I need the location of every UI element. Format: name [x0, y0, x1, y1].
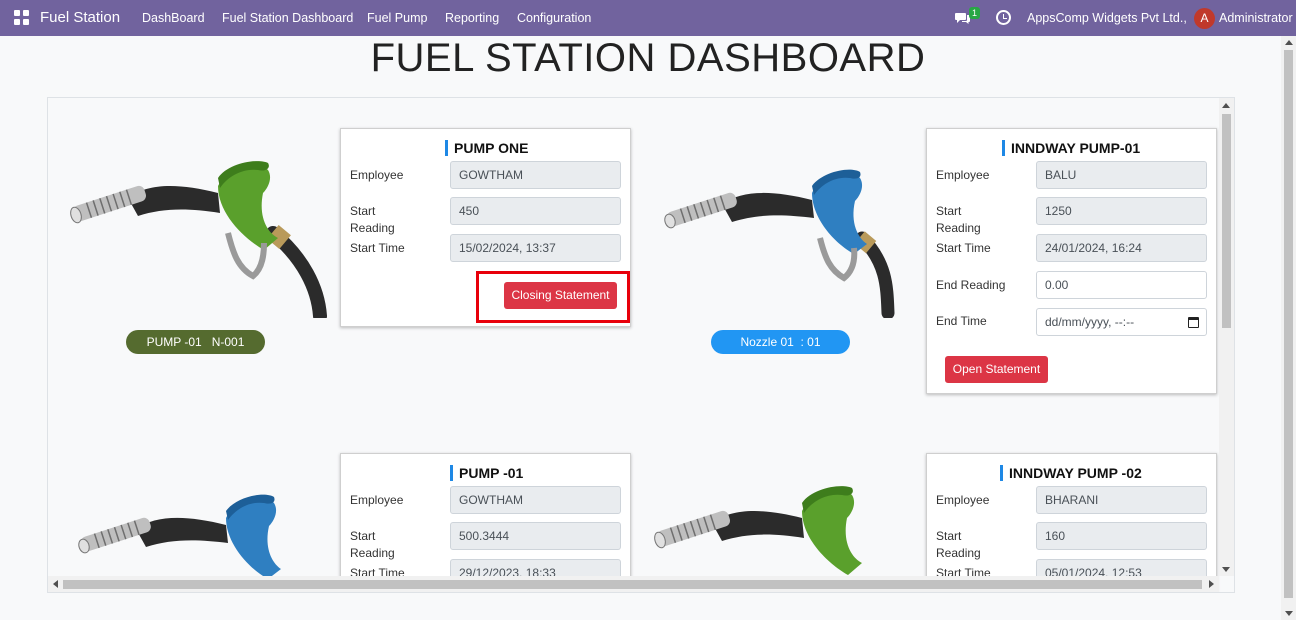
menu-fuel-pump[interactable]: Fuel Pump [367, 11, 427, 25]
pump-pill-1[interactable]: PUMP -01 N-001 [126, 330, 265, 354]
pump-pill-2[interactable]: Nozzle 01 : 01 [711, 330, 850, 354]
pump-card-pump-01: PUMP -01 Employee GOWTHAM Start Reading … [340, 453, 631, 592]
user-menu[interactable]: Administrator [1219, 11, 1293, 25]
avatar[interactable]: A [1194, 8, 1215, 29]
fuel-nozzle-blue-icon [78, 494, 281, 577]
start-reading-field: 450 [450, 197, 621, 225]
pump-card-inndway-pump-01: INNDWAY PUMP-01 Employee BALU Start Read… [926, 128, 1217, 394]
start-reading-label: Start Reading [350, 529, 395, 560]
employee-field: GOWTHAM [450, 161, 621, 189]
highlight-box [476, 271, 630, 323]
activity-clock-icon[interactable] [996, 10, 1011, 25]
calendar-icon[interactable] [1188, 317, 1199, 328]
end-reading-label: End Reading [936, 278, 1006, 292]
frame-horizontal-scrollbar[interactable] [48, 576, 1219, 592]
pump-card-title: PUMP -01 [450, 465, 523, 481]
scroll-down-arrow-icon[interactable] [1285, 611, 1293, 616]
employee-field: BHARANI [1036, 486, 1207, 514]
company-switcher[interactable]: AppsComp Widgets Pvt Ltd., [1027, 11, 1187, 25]
start-reading-field: 160 [1036, 522, 1207, 550]
employee-field: BALU [1036, 161, 1207, 189]
scroll-left-arrow-icon[interactable] [53, 580, 58, 588]
scroll-down-arrow-icon[interactable] [1222, 567, 1230, 572]
scroll-up-arrow-icon[interactable] [1285, 40, 1293, 45]
frame-vertical-scrollbar[interactable] [1219, 98, 1234, 576]
pump-card-title: INNDWAY PUMP-01 [1002, 140, 1140, 156]
fuel-nozzle-blue-icon [664, 169, 895, 318]
menu-reporting[interactable]: Reporting [445, 11, 499, 25]
top-navbar: Fuel Station DashBoard Fuel Station Dash… [0, 0, 1296, 36]
page-title: FUEL STATION DASHBOARD [370, 36, 926, 80]
open-statement-button[interactable]: Open Statement [945, 356, 1048, 383]
start-time-label: Start Time [936, 241, 991, 255]
end-time-placeholder: dd/mm/yyyy, --:-- [1045, 315, 1135, 329]
start-time-label: Start Time [350, 241, 405, 255]
start-time-field: 24/01/2024, 16:24 [1036, 234, 1207, 262]
start-reading-label: Start Reading [936, 204, 981, 235]
page-scrollbar[interactable] [1281, 36, 1296, 620]
start-reading-field: 500.3444 [450, 522, 621, 550]
employee-field: GOWTHAM [450, 486, 621, 514]
end-time-label: End Time [936, 314, 987, 328]
apps-menu-icon[interactable] [14, 10, 29, 25]
employee-label: Employee [350, 493, 404, 507]
message-count-badge: 1 [969, 7, 981, 19]
employee-label: Employee [936, 493, 990, 507]
scrollbar-thumb[interactable] [1284, 50, 1293, 598]
employee-label: Employee [936, 168, 990, 182]
employee-label: Employee [350, 168, 404, 182]
start-time-field: 15/02/2024, 13:37 [450, 234, 621, 262]
pump-card-inndway-pump-02: INNDWAY PUMP -02 Employee BHARANI Start … [926, 453, 1217, 592]
start-reading-label: Start Reading [936, 529, 981, 560]
app-brand[interactable]: Fuel Station [40, 9, 120, 26]
end-reading-input[interactable]: 0.00 [1036, 271, 1207, 299]
dashboard-frame: PUMP -01 N-001 PUMP ONE Employee GOWTHAM… [47, 97, 1235, 593]
fuel-nozzle-green-icon [654, 486, 862, 575]
start-reading-field: 1250 [1036, 197, 1207, 225]
scroll-right-arrow-icon[interactable] [1209, 580, 1214, 588]
end-time-input[interactable]: dd/mm/yyyy, --:-- [1036, 308, 1207, 336]
menu-dashboard[interactable]: DashBoard [142, 11, 205, 25]
scrollbar-thumb[interactable] [63, 580, 1202, 589]
scrollbar-thumb[interactable] [1222, 114, 1231, 328]
menu-fuel-station-dashboard[interactable]: Fuel Station Dashboard [222, 11, 353, 25]
scroll-up-arrow-icon[interactable] [1222, 103, 1230, 108]
pump-card-title: INNDWAY PUMP -02 [1000, 465, 1142, 481]
pump-card-title: PUMP ONE [445, 140, 528, 156]
fuel-nozzle-green-icon [70, 161, 327, 318]
start-reading-label: Start Reading [350, 204, 395, 235]
menu-configuration[interactable]: Configuration [517, 11, 591, 25]
